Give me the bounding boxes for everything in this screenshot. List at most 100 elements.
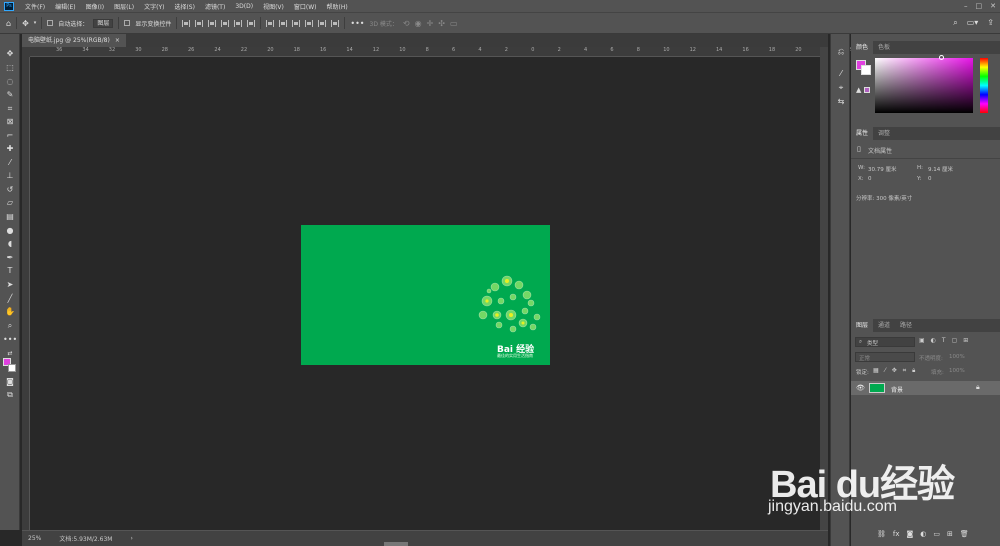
width-value[interactable]: 30.79 厘米 xyxy=(868,165,897,173)
color-picker-cursor[interactable] xyxy=(939,55,944,60)
menu-window[interactable]: 窗口(W) xyxy=(289,2,322,11)
menu-file[interactable]: 文件(F) xyxy=(20,2,50,11)
zoom-tool-icon[interactable]: ⌕ xyxy=(3,320,17,332)
distribute-middle-icon[interactable] xyxy=(279,19,288,27)
tab-close-icon[interactable]: × xyxy=(115,34,120,47)
marquee-tool-icon[interactable]: ⬚ xyxy=(3,62,17,74)
filter-smart-icon[interactable]: ⊞ xyxy=(963,337,968,344)
fill-value[interactable]: 100% xyxy=(949,368,965,374)
background-swatch[interactable] xyxy=(861,65,871,75)
lock-icon[interactable]: 🔒︎ xyxy=(976,383,980,392)
align-left-icon[interactable] xyxy=(182,19,191,27)
brush-settings-icon[interactable]: ⁄ xyxy=(835,68,847,80)
distribute-bottom-icon[interactable] xyxy=(292,19,301,27)
menu-select[interactable]: 选择(S) xyxy=(169,2,200,11)
workspace-icon[interactable]: ▭▾ xyxy=(967,18,979,28)
3d-slide-icon[interactable]: ✣ xyxy=(438,19,445,28)
3d-rotate-icon[interactable]: ⟲ xyxy=(403,19,410,28)
delete-layer-icon[interactable]: 🗑︎ xyxy=(960,530,969,538)
y-value[interactable]: 0 xyxy=(928,176,932,182)
move-tool-icon[interactable]: ✥ xyxy=(22,19,29,28)
filter-type-icon[interactable]: T xyxy=(942,337,946,344)
opacity-value[interactable]: 100% xyxy=(949,354,965,360)
crop-tool-icon[interactable]: ⌗ xyxy=(3,103,17,115)
distribute-center-icon[interactable] xyxy=(318,19,327,27)
blur-tool-icon[interactable]: ● xyxy=(3,225,17,237)
distribute-left-icon[interactable] xyxy=(305,19,314,27)
3d-roll-icon[interactable]: ◉ xyxy=(415,19,422,28)
clone-stamp-icon[interactable]: ⊥ xyxy=(3,170,17,182)
tab-adjustments[interactable]: 调整 xyxy=(873,127,895,140)
hand-tool-icon[interactable]: ✋ xyxy=(3,306,17,318)
menu-3d[interactable]: 3D(D) xyxy=(230,3,258,10)
healing-brush-icon[interactable]: ✚ xyxy=(3,143,17,155)
share-icon[interactable]: ⇪ xyxy=(987,18,994,28)
more-options-icon[interactable]: ••• xyxy=(350,19,364,28)
show-transform-checkbox[interactable] xyxy=(124,20,131,26)
3d-scale-icon[interactable]: ▭ xyxy=(450,19,458,28)
search-icon[interactable]: ⌕ xyxy=(953,18,957,28)
scrollbar-thumb[interactable] xyxy=(384,542,408,546)
lasso-tool-icon[interactable]: ◌ xyxy=(3,76,17,88)
new-layer-icon[interactable]: ⊞ xyxy=(947,530,953,538)
tab-paths[interactable]: 路径 xyxy=(895,319,917,332)
blend-mode-dropdown[interactable]: 正常 xyxy=(855,352,915,362)
filter-shape-icon[interactable]: ▢ xyxy=(952,337,958,344)
tab-color[interactable]: 颜色 xyxy=(851,41,874,54)
adjustment-layer-icon[interactable]: ◐ xyxy=(920,530,926,538)
close-icon[interactable]: ✕ xyxy=(990,2,996,10)
layer-style-icon[interactable]: fx xyxy=(893,530,900,538)
frame-tool-icon[interactable]: ⊠ xyxy=(3,116,17,128)
align-bottom-icon[interactable] xyxy=(247,19,256,27)
minimize-icon[interactable]: – xyxy=(964,2,968,10)
auto-select-checkbox[interactable] xyxy=(47,20,54,26)
align-right-icon[interactable] xyxy=(208,19,217,27)
type-tool-icon[interactable]: T xyxy=(3,265,17,277)
link-layers-icon[interactable]: ⛓ xyxy=(877,530,886,538)
height-value[interactable]: 9.14 厘米 xyxy=(928,165,953,173)
brush-tool-icon[interactable]: ⁄ xyxy=(3,157,17,169)
dodge-tool-icon[interactable]: ◖ xyxy=(3,238,17,250)
layer-filter-dropdown[interactable]: ⌕ 类型 xyxy=(855,337,915,347)
eye-icon[interactable]: 👁︎ xyxy=(856,384,865,392)
pen-tool-icon[interactable]: ✒ xyxy=(3,252,17,264)
document-tab[interactable]: 电脑壁纸.jpg @ 25%(RGB/8) × xyxy=(22,34,126,47)
layer-row[interactable]: 👁︎ 背景 🔒︎ xyxy=(851,381,1000,395)
move-tool-icon[interactable]: ✥ xyxy=(3,48,17,60)
layer-mask-icon[interactable]: ◙ xyxy=(907,530,914,538)
quick-mask-icon[interactable]: ◙ xyxy=(3,376,17,388)
background-color-swatch[interactable] xyxy=(8,364,16,372)
3d-drag-icon[interactable]: ✛ xyxy=(427,19,434,28)
tab-properties[interactable]: 属性 xyxy=(851,127,874,140)
zoom-level[interactable]: 25% xyxy=(28,535,41,542)
history-panel-icon[interactable]: ⎌ xyxy=(835,46,847,58)
line-tool-icon[interactable]: ╱ xyxy=(3,293,17,305)
document-info[interactable]: 文档:5.93M/2.63M xyxy=(59,534,112,543)
lock-all-icon[interactable]: 🔒︎ xyxy=(912,367,915,375)
filter-adjust-icon[interactable]: ◐ xyxy=(931,337,936,344)
path-select-icon[interactable]: ➤ xyxy=(3,279,17,291)
color-picker-field[interactable] xyxy=(875,58,973,113)
menu-image[interactable]: 图像(I) xyxy=(81,2,109,11)
history-brush-icon[interactable]: ↺ xyxy=(3,184,17,196)
align-center-icon[interactable] xyxy=(195,19,204,27)
menu-help[interactable]: 帮助(H) xyxy=(322,2,353,11)
filter-pixel-icon[interactable]: ▣ xyxy=(919,337,925,344)
lock-paint-icon[interactable]: ⁄ xyxy=(885,367,886,375)
x-value[interactable]: 0 xyxy=(868,176,872,182)
lock-pixels-icon[interactable]: ▦ xyxy=(873,367,879,375)
lock-artboard-icon[interactable]: ⌗ xyxy=(903,367,906,375)
tab-layers[interactable]: 图层 xyxy=(851,319,874,332)
maximize-icon[interactable]: □ xyxy=(976,2,983,10)
group-icon[interactable]: ▭ xyxy=(933,530,940,538)
menu-type[interactable]: 文字(Y) xyxy=(139,2,169,11)
tab-channels[interactable]: 通道 xyxy=(873,319,895,332)
eraser-tool-icon[interactable]: ▱ xyxy=(3,197,17,209)
home-icon[interactable]: ⌂ xyxy=(6,19,11,28)
gamut-warning-icon[interactable]: ▲ xyxy=(856,86,861,94)
hue-slider[interactable] xyxy=(980,58,988,113)
chevron-down-icon[interactable]: ▾ xyxy=(34,20,37,26)
gamut-swatch[interactable] xyxy=(864,87,870,93)
lock-position-icon[interactable]: ✥ xyxy=(892,367,897,375)
gradient-tool-icon[interactable]: ▤ xyxy=(3,211,17,223)
